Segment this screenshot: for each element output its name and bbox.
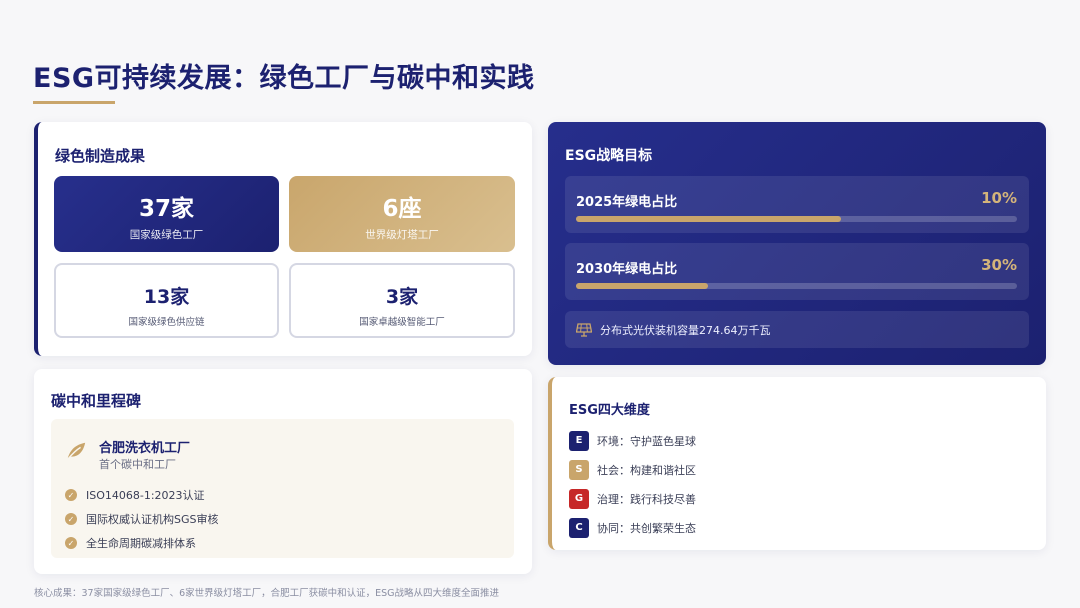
list-item: ✓ 全生命周期碳减排体系 <box>65 531 219 555</box>
dimension-list: E 环境：守护蓝色星球 S 社会：构建和谐社区 G 治理：践行科技尽善 C 协同… <box>569 426 696 542</box>
check-icon: ✓ <box>65 537 77 549</box>
esg-goals-title: ESG战略目标 <box>565 148 653 164</box>
dimension-text: 环境：守护蓝色星球 <box>597 434 696 448</box>
goal-value: 10% <box>981 189 1017 207</box>
stat-label: 国家级绿色工厂 <box>129 229 204 241</box>
dimension-item-social: S 社会：构建和谐社区 <box>569 455 696 484</box>
esg-dimensions-card: ESG四大维度 E 环境：守护蓝色星球 S 社会：构建和谐社区 G 治理：践行科… <box>548 377 1046 550</box>
stat-value: 3家 <box>385 286 419 308</box>
certification-list: ✓ ISO14068-1:2023认证 ✓ 国际权威认证机构SGS审核 ✓ 全生… <box>65 483 219 555</box>
esg-goals-card: ESG战略目标 2025年绿电占比 10% 2030年绿电占比 30% 分布式光… <box>548 122 1046 365</box>
dimension-text: 协同：共创繁荣生态 <box>597 521 696 535</box>
green-manufacturing-card: 绿色制造成果 37家 国家级绿色工厂 6座 世界级灯塔工厂 13家 国家级绿色供… <box>34 122 532 356</box>
leaf-icon <box>67 442 86 460</box>
goal-2025: 2025年绿电占比 10% <box>565 176 1029 233</box>
stat-green-supply-chain: 13家 国家级绿色供应链 <box>54 263 279 338</box>
stat-label: 世界级灯塔工厂 <box>365 229 439 241</box>
dimension-text: 治理：践行科技尽善 <box>597 492 696 506</box>
progress-track <box>576 216 1017 222</box>
dimension-badge: E <box>569 430 589 451</box>
esg-dimensions-title: ESG四大维度 <box>569 403 650 418</box>
goal-label: 2030年绿电占比 <box>576 262 678 277</box>
solar-capacity-text: 分布式光伏装机容量274.64万千瓦 <box>600 323 771 337</box>
goal-2030: 2030年绿电占比 30% <box>565 243 1029 300</box>
stat-smart-factories: 3家 国家卓越级智能工厂 <box>289 263 515 338</box>
carbon-milestone-title: 碳中和里程碑 <box>51 392 142 410</box>
dimension-text: 社会：构建和谐社区 <box>597 463 696 477</box>
dimension-item-governance: G 治理：践行科技尽善 <box>569 484 696 513</box>
stat-value: 13家 <box>143 286 190 308</box>
factory-panel: 合肥洗衣机工厂 首个碳中和工厂 ✓ ISO14068-1:2023认证 ✓ 国际… <box>51 419 514 558</box>
stat-value: 37家 <box>138 196 194 222</box>
dimension-badge: C <box>569 517 589 538</box>
list-item: ✓ 国际权威认证机构SGS审核 <box>65 507 219 531</box>
stat-value: 6座 <box>382 196 422 222</box>
factory-name: 合肥洗衣机工厂 <box>99 441 191 456</box>
check-icon: ✓ <box>65 489 77 501</box>
list-item-text: 国际权威认证机构SGS审核 <box>86 513 219 526</box>
green-manufacturing-title: 绿色制造成果 <box>55 147 146 165</box>
dimension-badge: S <box>569 459 589 480</box>
page-title: ESG可持续发展：绿色工厂与碳中和实践 <box>33 63 535 94</box>
dimension-badge: G <box>569 488 589 509</box>
goal-value: 30% <box>981 256 1017 274</box>
stat-lighthouse-factories: 6座 世界级灯塔工厂 <box>289 176 515 252</box>
stat-label: 国家卓越级智能工厂 <box>359 317 445 328</box>
solar-capacity-row: 分布式光伏装机容量274.64万千瓦 <box>565 311 1029 348</box>
factory-subtitle: 首个碳中和工厂 <box>99 458 176 471</box>
list-item-text: 全生命周期碳减排体系 <box>86 537 196 550</box>
stat-green-factories: 37家 国家级绿色工厂 <box>54 176 279 252</box>
solar-panel-icon <box>576 322 592 337</box>
carbon-milestone-card: 碳中和里程碑 合肥洗衣机工厂 首个碳中和工厂 ✓ ISO14068-1:2023… <box>34 369 532 574</box>
progress-track <box>576 283 1017 289</box>
check-icon: ✓ <box>65 513 77 525</box>
list-item: ✓ ISO14068-1:2023认证 <box>65 483 219 507</box>
dimension-item-collaboration: C 协同：共创繁荣生态 <box>569 513 696 542</box>
title-underline <box>33 101 115 104</box>
stat-label: 国家级绿色供应链 <box>128 317 205 328</box>
list-item-text: ISO14068-1:2023认证 <box>86 489 205 502</box>
goal-label: 2025年绿电占比 <box>576 195 678 210</box>
progress-fill <box>576 216 841 222</box>
progress-fill <box>576 283 709 289</box>
dimension-item-environment: E 环境：守护蓝色星球 <box>569 426 696 455</box>
footnote: 核心成果：37家国家级绿色工厂、6家世界级灯塔工厂，合肥工厂获碳中和认证，ESG… <box>34 588 500 599</box>
